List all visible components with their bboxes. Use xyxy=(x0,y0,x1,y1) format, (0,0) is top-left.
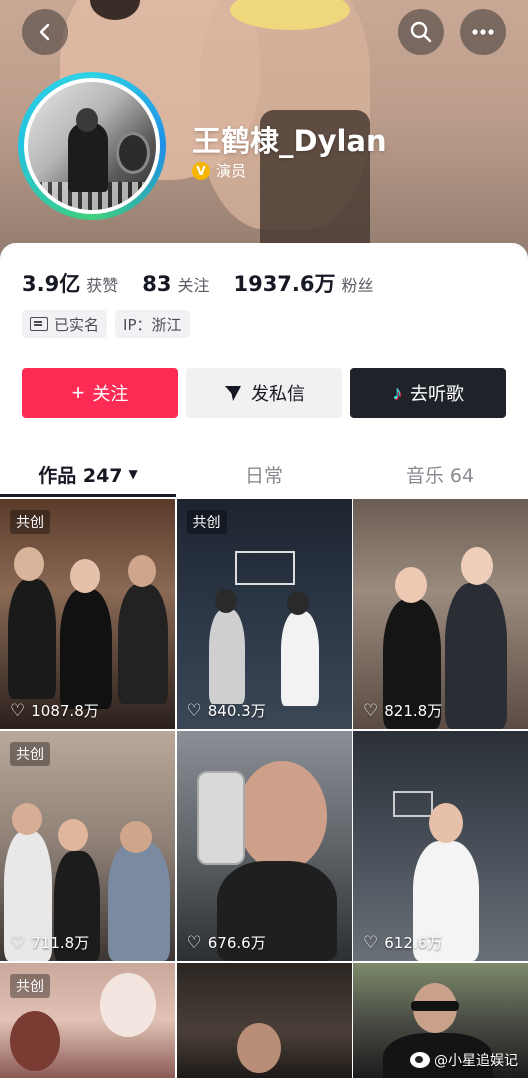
weibo-icon xyxy=(410,1052,430,1068)
stat-value: 3.9亿 xyxy=(22,272,81,296)
verified-icon: V xyxy=(192,161,210,180)
heart-icon: ♡ xyxy=(363,932,379,953)
like-value: 612.6万 xyxy=(384,934,443,952)
video-thumbnail[interactable]: ♡ 676.6万 xyxy=(176,731,352,961)
message-label: 发私信 xyxy=(251,384,305,404)
heart-icon: ♡ xyxy=(363,700,379,721)
avatar-border xyxy=(24,78,160,214)
tab-daily[interactable]: 日常 xyxy=(176,451,352,497)
verification-row: V 演员 xyxy=(192,160,246,181)
like-count: ♡ 821.8万 xyxy=(363,700,442,721)
heart-icon: ♡ xyxy=(186,700,202,721)
video-thumbnail[interactable]: 共创 ♡ 711.8万 xyxy=(0,731,175,961)
like-value: 821.8万 xyxy=(384,702,443,720)
video-thumbnail[interactable]: 共创 xyxy=(0,963,175,1078)
avatar[interactable] xyxy=(18,72,166,220)
stat-label: 获赞 xyxy=(86,276,119,295)
follow-button[interactable]: + 关注 xyxy=(22,368,178,418)
stat-likes: 3.9亿 获赞 xyxy=(22,268,118,298)
message-button[interactable]: 发私信 xyxy=(186,368,342,418)
profile-tabs: 作品 247 ▼ 日常 音乐 64 xyxy=(0,451,528,497)
like-value: 840.3万 xyxy=(207,702,266,720)
profile-tags: 已实名 IP：浙江 xyxy=(22,310,190,338)
more-button[interactable] xyxy=(460,9,506,55)
like-count: ♡ 676.6万 xyxy=(187,932,266,953)
stat-followers[interactable]: 1937.6万 粉丝 xyxy=(233,268,373,298)
stat-label: 粉丝 xyxy=(341,276,374,295)
like-count: ♡ 612.6万 xyxy=(363,932,442,953)
search-icon xyxy=(410,21,432,43)
heart-icon: ♡ xyxy=(10,932,26,953)
ip-label: IP：浙江 xyxy=(123,315,182,334)
like-count: ♡ 711.8万 xyxy=(10,932,89,953)
back-icon xyxy=(39,23,50,41)
stat-value: 1937.6万 xyxy=(233,272,336,296)
listen-music-button[interactable]: ♪ 去听歌 xyxy=(350,368,506,418)
co-creation-badge: 共创 xyxy=(10,742,50,766)
ip-tag: IP：浙江 xyxy=(115,310,190,338)
co-creation-badge: 共创 xyxy=(186,510,227,534)
active-tab-indicator xyxy=(0,494,176,497)
idcard-icon xyxy=(30,317,48,331)
music-note-icon: ♪ xyxy=(392,381,402,404)
video-grid: 共创 ♡ 1087.8万 共创 ♡ 840.3万 ♡ 821.8万 共创 ♡ 7… xyxy=(0,499,528,1078)
plus-icon: + xyxy=(71,380,85,405)
realname-label: 已实名 xyxy=(54,315,100,334)
co-creation-badge: 共创 xyxy=(10,510,50,534)
username: 王鹤棣_Dylan xyxy=(192,124,387,158)
stats-row: 3.9亿 获赞 83 关注 1937.6万 粉丝 xyxy=(22,268,398,298)
video-thumbnail[interactable]: @小星追娱记 xyxy=(353,963,528,1078)
tab-works[interactable]: 作品 247 ▼ xyxy=(0,451,176,497)
like-count: ♡ 840.3万 xyxy=(187,700,266,721)
action-buttons: + 关注 发私信 ♪ 去听歌 xyxy=(22,368,506,418)
back-button[interactable] xyxy=(22,9,68,55)
verification-label: 演员 xyxy=(216,162,247,180)
video-thumbnail[interactable]: ♡ 612.6万 xyxy=(353,731,528,961)
video-thumbnail[interactable]: 共创 ♡ 1087.8万 xyxy=(0,499,175,729)
co-creation-badge: 共创 xyxy=(10,974,50,998)
tab-music[interactable]: 音乐 64 xyxy=(352,451,528,497)
heart-icon: ♡ xyxy=(186,932,202,953)
heart-icon: ♡ xyxy=(10,700,26,721)
search-button[interactable] xyxy=(398,9,444,55)
video-thumbnail[interactable]: 共创 ♡ 840.3万 xyxy=(176,499,352,729)
avatar-image xyxy=(28,82,156,210)
tab-label: 日常 xyxy=(244,464,283,487)
realname-tag: 已实名 xyxy=(22,310,108,338)
video-thumbnail[interactable] xyxy=(176,963,352,1078)
music-label: 去听歌 xyxy=(410,384,464,404)
follow-label: 关注 xyxy=(92,384,129,404)
stat-value: 83 xyxy=(142,272,172,296)
stat-label: 关注 xyxy=(177,276,210,295)
like-count: ♡ 1087.8万 xyxy=(10,700,99,721)
video-thumbnail[interactable]: ♡ 821.8万 xyxy=(353,499,528,729)
tab-label: 音乐 64 xyxy=(405,464,475,487)
caret-down-icon: ▼ xyxy=(128,467,138,481)
like-value: 676.6万 xyxy=(207,934,266,952)
watermark: @小星追娱记 xyxy=(410,1050,518,1070)
stat-following[interactable]: 83 关注 xyxy=(142,272,209,296)
like-value: 1087.8万 xyxy=(31,702,99,720)
tab-label: 作品 247 xyxy=(38,464,123,487)
more-icon xyxy=(472,29,494,35)
like-value: 711.8万 xyxy=(31,934,90,952)
send-icon xyxy=(225,386,241,401)
watermark-text: @小星追娱记 xyxy=(434,1053,518,1069)
